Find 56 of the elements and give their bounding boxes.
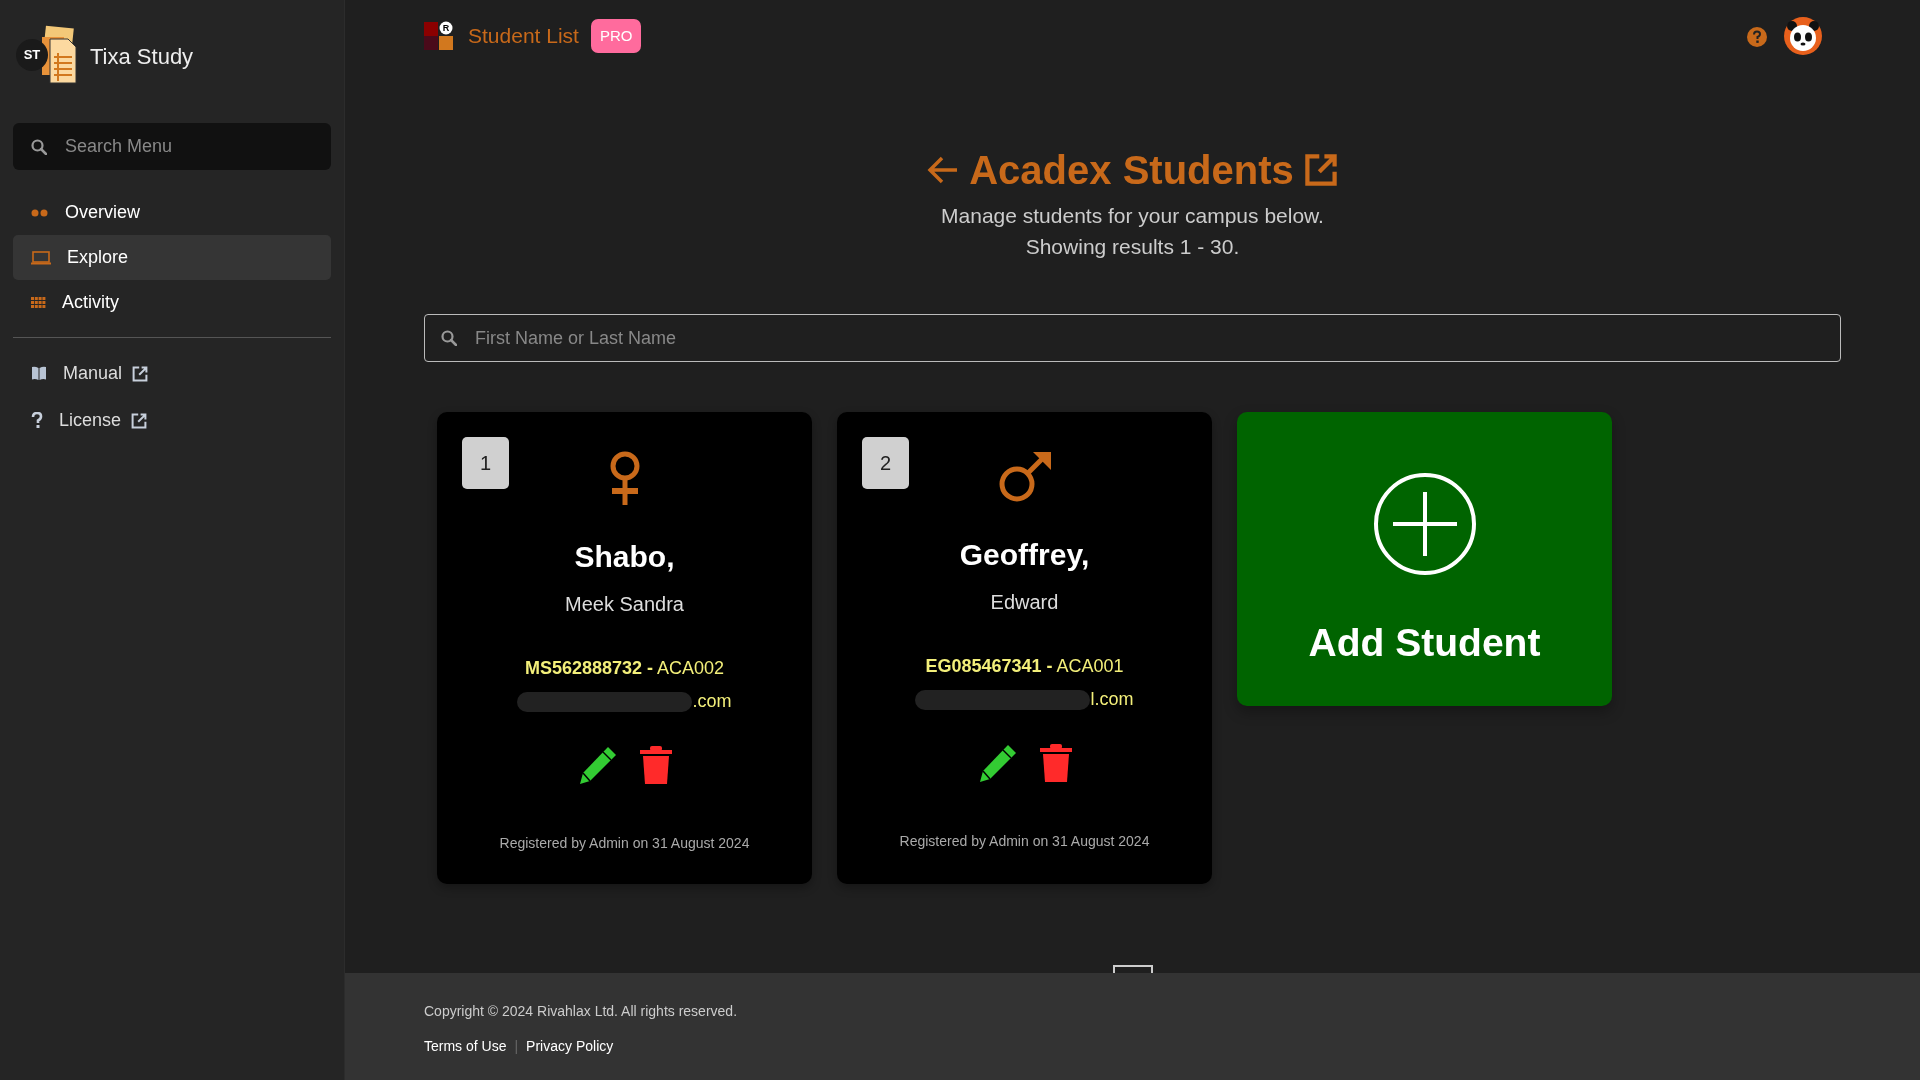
registration-note: Registered by Admin on 31 August 2024 [499, 834, 750, 853]
student-email: l.com [1090, 688, 1134, 711]
delete-button[interactable] [1039, 743, 1072, 783]
question-mark-icon [31, 412, 43, 429]
help-button[interactable] [1747, 24, 1767, 48]
plus-circle-icon [1372, 472, 1477, 576]
page-header-title: Student List [468, 23, 579, 50]
footer-link[interactable]: Privacy Policy [526, 1036, 614, 1057]
help-icon [1747, 26, 1767, 47]
panda-avatar-icon [1783, 16, 1823, 56]
laptop-icon [31, 250, 51, 265]
student-code: EG085467341 - ACA001 [925, 655, 1124, 678]
dots-icon [31, 207, 49, 218]
student-surname: Geoffrey, [959, 537, 1090, 573]
trash-icon [1039, 744, 1072, 782]
student-search-field[interactable]: First Name or Last Name [424, 314, 1841, 362]
sidebar-item[interactable]: Overview [13, 190, 331, 235]
trash-icon [639, 746, 672, 784]
pencil-icon [977, 743, 1018, 783]
back-button[interactable] [927, 155, 960, 185]
add-student-button[interactable]: Add Student [1237, 412, 1612, 706]
external-link-icon [1303, 153, 1338, 187]
sidebar-link[interactable]: License [59, 407, 122, 434]
page-title: Acadex Students [969, 147, 1294, 194]
search-icon [441, 330, 457, 346]
registered-mark: R [442, 23, 450, 33]
brand-name: Tixa Study [90, 42, 194, 71]
sidebar-item[interactable]: Activity [13, 280, 331, 325]
avatar-button[interactable] [1783, 16, 1823, 56]
student-code: MS562888732 - ACA002 [524, 657, 725, 680]
logo-badge: ST [16, 39, 48, 71]
copyright-text: Copyright © 2024 Rivahlax Ltd. All rights reserved. [424, 1002, 739, 1021]
open-external-button[interactable] [1303, 153, 1338, 187]
back-arrow-icon [927, 155, 960, 185]
sidebar-item[interactable]: Explore [13, 235, 331, 280]
sidebar-link[interactable]: Manual [63, 360, 123, 387]
student-surname: Shabo, [574, 539, 675, 575]
card-number: 1 [462, 437, 509, 489]
card-number: 2 [862, 437, 909, 489]
menu-search-field[interactable]: Search Menu [13, 123, 331, 170]
student-given-names: Edward [990, 590, 1059, 615]
footer-link[interactable]: Terms of Use [424, 1036, 507, 1057]
student-email: .com [692, 690, 732, 713]
book-icon [31, 366, 47, 381]
page-subtitle: Manage students for your campus below. Showing results 1 - 30. [940, 203, 1325, 260]
grid-icon [31, 296, 46, 309]
delete-button[interactable] [639, 745, 672, 785]
edit-button[interactable] [977, 743, 1018, 783]
logo-icon [424, 20, 456, 52]
student-given-names: Meek Sandra [565, 592, 684, 617]
frame-icon [1113, 965, 1153, 973]
separator: | [514, 1037, 519, 1056]
pro-badge: PRO [590, 18, 642, 54]
pencil-icon [577, 745, 618, 785]
registration-note: Registered by Admin on 31 August 2024 [899, 832, 1150, 851]
edit-button[interactable] [577, 745, 618, 785]
